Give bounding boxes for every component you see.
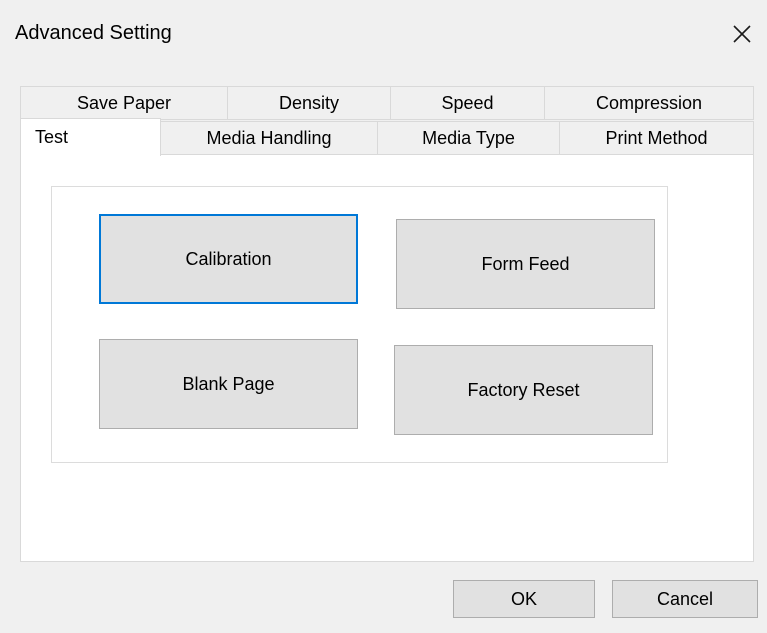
tab-test[interactable]: Test — [20, 118, 161, 156]
cancel-button[interactable]: Cancel — [612, 580, 758, 618]
tab-save-paper[interactable]: Save Paper — [20, 86, 228, 120]
dialog-title: Advanced Setting — [15, 22, 172, 44]
form-feed-button[interactable]: Form Feed — [396, 219, 655, 309]
close-icon — [733, 25, 751, 43]
tab-speed[interactable]: Speed — [390, 86, 545, 120]
tab-media-handling[interactable]: Media Handling — [160, 121, 378, 155]
tab-compression[interactable]: Compression — [544, 86, 754, 120]
tab-density[interactable]: Density — [227, 86, 391, 120]
tab-media-type[interactable]: Media Type — [377, 121, 560, 155]
tab-print-method[interactable]: Print Method — [559, 121, 754, 155]
close-button[interactable] — [728, 20, 756, 48]
ok-button[interactable]: OK — [453, 580, 595, 618]
calibration-button[interactable]: Calibration — [99, 214, 358, 304]
factory-reset-button[interactable]: Factory Reset — [394, 345, 653, 435]
blank-page-button[interactable]: Blank Page — [99, 339, 358, 429]
